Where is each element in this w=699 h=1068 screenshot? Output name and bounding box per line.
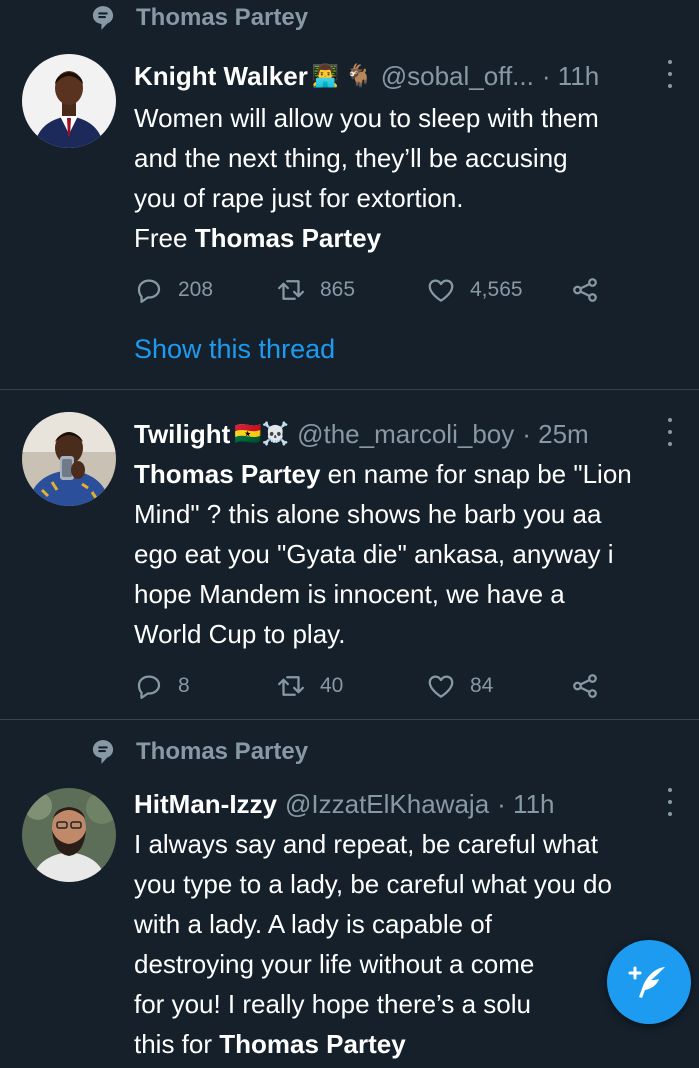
- text-line: you of rape just for extortion.: [134, 183, 464, 213]
- text-line: and the next thing, they’ll be accusing: [134, 143, 568, 173]
- show-thread-link[interactable]: Show this thread: [134, 334, 335, 365]
- handle[interactable]: @the_marcoli_boy: [297, 419, 514, 450]
- like-button[interactable]: 84: [426, 670, 493, 702]
- text-line: Thomas Partey en name for snap be "Lion: [134, 454, 693, 494]
- display-name[interactable]: HitMan-Izzy: [134, 789, 277, 820]
- avatar[interactable]: [22, 412, 116, 506]
- timestamp[interactable]: · 11h: [542, 61, 599, 92]
- topic-icon: [92, 6, 114, 30]
- text-line: Free Thomas Partey: [134, 218, 693, 258]
- divider: [0, 389, 699, 390]
- text-line: hope Mandem is innocent, we have a: [134, 579, 565, 609]
- handle[interactable]: @sobal_off...: [381, 61, 534, 92]
- topic-header[interactable]: Thomas Partey: [92, 736, 308, 768]
- retweet-button[interactable]: 865: [276, 274, 355, 306]
- timestamp[interactable]: · 11h: [497, 789, 554, 820]
- like-button[interactable]: 4,565: [426, 274, 523, 306]
- text-line: I always say and repeat, be careful what: [134, 829, 598, 859]
- text-line: Women will allow you to sleep with them: [134, 103, 599, 133]
- topic-label: Thomas Partey: [136, 738, 309, 765]
- more-icon[interactable]: [665, 418, 675, 446]
- topic-header[interactable]: Thomas Partey: [92, 2, 308, 34]
- text-plain: Free: [134, 223, 195, 253]
- share-icon: [573, 278, 597, 302]
- reply-count: 8: [178, 674, 190, 697]
- share-button[interactable]: [570, 670, 600, 702]
- divider: [0, 719, 699, 720]
- text-plain: this for: [134, 1029, 220, 1059]
- text-line: this for Thomas Partey: [134, 1024, 693, 1064]
- share-icon: [573, 674, 597, 698]
- display-name[interactable]: Twilight: [134, 419, 230, 450]
- retweet-icon: [278, 676, 304, 696]
- reply-icon: [137, 675, 161, 699]
- text-line: Mind" ? this alone shows he barb you aa: [134, 499, 602, 529]
- reply-count: 208: [178, 278, 214, 301]
- more-icon[interactable]: [665, 60, 675, 88]
- timestamp[interactable]: · 25m: [522, 419, 588, 450]
- tweet-text: Women will allow you to sleep with them …: [134, 98, 693, 258]
- retweet-count: 40: [320, 674, 344, 697]
- like-icon: [428, 279, 454, 302]
- avatar[interactable]: [22, 788, 116, 882]
- like-icon: [428, 675, 454, 698]
- avatar[interactable]: [22, 54, 116, 148]
- tweet-header: Twilight 🇬🇭☠️ @the_marcoli_boy · 25m: [134, 416, 685, 452]
- text-line: World Cup to play.: [134, 619, 346, 649]
- reply-icon: [137, 279, 161, 303]
- tweet-text: Thomas Partey en name for snap be "Lion …: [134, 454, 693, 654]
- compose-icon: [628, 966, 665, 998]
- retweet-button[interactable]: 40: [276, 670, 343, 702]
- topic-mention: Thomas Partey: [134, 459, 321, 489]
- text-line: with a lady. A lady is capable of: [134, 909, 492, 939]
- reply-button[interactable]: 208: [134, 274, 213, 306]
- more-icon[interactable]: [665, 788, 675, 816]
- like-count: 84: [470, 674, 494, 697]
- compose-tweet-button[interactable]: [607, 940, 691, 1024]
- retweet-count: 865: [320, 278, 356, 301]
- topic-label: Thomas Partey: [136, 4, 309, 31]
- reply-button[interactable]: 8: [134, 670, 190, 702]
- display-name[interactable]: Knight Walker: [134, 61, 308, 92]
- tweet-header: HitMan-Izzy @IzzatElKhawaja · 11h: [134, 786, 685, 822]
- name-emoji: 👨‍💻 🐐: [311, 63, 373, 88]
- tweet-header: Knight Walker 👨‍💻 🐐 @sobal_off... · 11h: [134, 58, 685, 94]
- name-emoji: 🇬🇭☠️: [234, 421, 290, 446]
- share-button[interactable]: [570, 274, 600, 306]
- topic-mention: Thomas Partey: [194, 223, 382, 253]
- topic-mention: Thomas Partey: [219, 1029, 406, 1059]
- text-line: ego eat you "Gyata die" ankasa, anyway i: [134, 539, 614, 569]
- like-count: 4,565: [470, 278, 523, 301]
- retweet-icon: [278, 280, 304, 300]
- text-line: you type to a lady, be careful what you …: [134, 869, 612, 899]
- tweet-text: I always say and repeat, be careful what…: [134, 824, 693, 1064]
- handle[interactable]: @IzzatElKhawaja: [285, 789, 489, 820]
- topic-icon: [92, 740, 114, 764]
- text-plain: en name for snap be "Lion: [320, 459, 632, 489]
